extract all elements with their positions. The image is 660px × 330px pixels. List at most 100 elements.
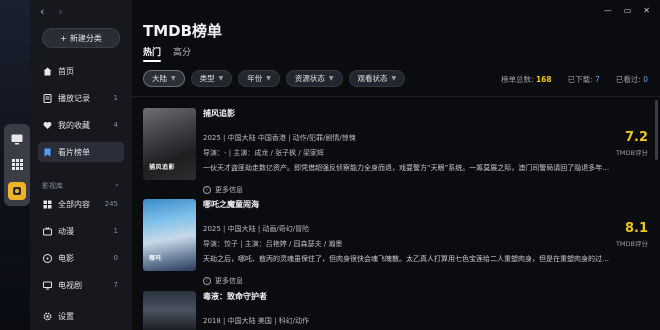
movie-poster[interactable]: [143, 291, 196, 330]
history-icon: [42, 93, 53, 104]
score-label: TMDB评分: [615, 240, 648, 248]
sidebar-item-label: 我的收藏: [58, 120, 90, 130]
sidebar-item-count: 0: [113, 254, 118, 262]
sidebar-item-label: 设置: [58, 311, 74, 321]
filter-genre[interactable]: 类型 ▼: [190, 70, 233, 87]
stat-watched: 已看过: 0: [616, 74, 648, 85]
minimize-icon[interactable]: —: [604, 6, 612, 15]
movie-meta: 2025 | 中国大陆 中国香港 | 动作/犯罪/剧情/惊悚: [203, 134, 356, 142]
back-arrow-icon[interactable]: ‹: [40, 5, 44, 18]
filter-label: 观看状态: [357, 74, 388, 83]
apps-grid-icon[interactable]: [8, 155, 26, 173]
movie-card[interactable]: 毒液：致命守护者 2018 | 中国大陆 美国 | 科幻/动作: [143, 291, 648, 330]
ranking-stats: 榜单总数: 168 已下载: 7 已看过: 0: [501, 74, 648, 85]
sidebar-item-label: 电影: [58, 253, 74, 263]
sidebar-item-label: 电视剧: [58, 280, 82, 290]
movie-cast: 导演：饺子 | 主演：吕艳婷 / 囧森瑟夫 / 瀚墨: [203, 240, 343, 248]
movie-title[interactable]: 毒液：致命守护者: [203, 291, 613, 302]
score-value: 8.1: [624, 221, 648, 236]
divider: [132, 96, 660, 97]
sidebar-item-history[interactable]: 播放记录 1: [38, 88, 124, 108]
sidebar-item-count: 7: [113, 281, 118, 289]
stat-value: 7: [595, 75, 600, 84]
close-icon[interactable]: ✕: [643, 6, 650, 15]
stat-total: 榜单总数: 168: [501, 74, 552, 85]
sidebar-item-count: 4: [113, 121, 118, 129]
movie-card[interactable]: 哪吒 哪吒之魔童闹海 2025 | 中国大陆 | 动画/奇幻/冒险 导演：饺子 …: [143, 199, 648, 285]
app-dock: [0, 0, 30, 330]
more-info-button[interactable]: i 更多信息: [203, 276, 613, 286]
filter-label: 类型: [199, 74, 215, 83]
sidebar-item-label: 看片榜单: [58, 147, 90, 157]
window-controls: — ▭ ✕: [604, 6, 650, 15]
sidebar-item-label: 动漫: [58, 226, 74, 236]
score-value: 7.2: [624, 130, 648, 145]
filter-resource-status[interactable]: 资源状态 ▼: [285, 70, 343, 87]
tab-popular[interactable]: 热门: [143, 45, 162, 62]
filter-label: 大陆: [152, 74, 167, 83]
main-scrollbar[interactable]: [655, 100, 658, 160]
stat-label: 榜单总数:: [501, 75, 534, 84]
filter-label: 资源状态: [294, 74, 325, 83]
sidebar-item-anime[interactable]: 动漫 1: [38, 221, 124, 241]
media-app-icon[interactable]: [8, 182, 26, 200]
sidebar-item-favorites[interactable]: 我的收藏 4: [38, 115, 124, 135]
maximize-icon[interactable]: ▭: [624, 6, 632, 15]
sidebar-item-all[interactable]: 全部内容 245: [38, 194, 124, 214]
movie-info: 捕风追影 2025 | 中国大陆 中国香港 | 动作/犯罪/剧情/惊悚 导演：-…: [203, 108, 613, 195]
sidebar-item-home[interactable]: 首页: [38, 61, 124, 81]
filter-year[interactable]: 年份 ▼: [238, 70, 280, 87]
poster-title-text: 哪吒: [149, 255, 163, 262]
sidebar-item-movies[interactable]: 电影 0: [38, 248, 124, 268]
chevron-down-icon: ▼: [266, 75, 271, 82]
forward-arrow-icon[interactable]: ›: [58, 5, 62, 18]
chevron-down-icon: ▼: [328, 75, 334, 82]
tab-top-rated[interactable]: 高分: [173, 45, 191, 62]
score-label: TMDB评分: [615, 149, 648, 157]
movie-cast: 导演：- | 主演：成龙 / 张子枫 / 梁家辉: [203, 149, 324, 157]
filter-label: 年份: [247, 74, 263, 83]
more-info-button[interactable]: i 更多信息: [203, 185, 613, 195]
sidebar-item-settings[interactable]: 设置: [38, 306, 124, 326]
chevron-down-icon[interactable]: ⌄: [114, 180, 120, 188]
info-icon: i: [203, 277, 211, 285]
plus-icon: +: [60, 33, 67, 43]
movie-info: 毒液：致命守护者 2018 | 中国大陆 美国 | 科幻/动作: [203, 291, 613, 326]
movie-meta: 2025 | 中国大陆 | 动画/奇幻/冒险: [203, 225, 310, 233]
ranking-tabs: 热门 高分: [143, 45, 191, 62]
sidebar-item-count: 245: [104, 200, 118, 208]
sidebar-item-rankings[interactable]: 看片榜单: [38, 142, 124, 162]
sidebar-item-count: 1: [113, 94, 118, 102]
sidebar: ‹ › + 新建分类 首页 播放记录 1 我的收藏 4 看片榜单 影视库 ⌄ 全…: [30, 0, 161, 330]
tv-icon: [42, 226, 53, 237]
stat-value: 0: [643, 75, 648, 84]
movie-meta: 2018 | 中国大陆 美国 | 科幻/动作: [203, 317, 310, 325]
new-category-button[interactable]: + 新建分类: [42, 28, 120, 48]
movie-title[interactable]: 捕风追影: [203, 108, 613, 119]
sidebar-item-tv[interactable]: 电视剧 7: [38, 275, 124, 295]
stat-label: 已看过:: [615, 75, 641, 84]
filter-bar: 大陆 ▼ 类型 ▼ 年份 ▼ 资源状态 ▼ 观看状态 ▼: [143, 70, 406, 87]
movie-description: 一伙天才盗匪劫走数亿资产。即凭借超强反侦察能力全身而退，戏耍警方“天眼”系统。一…: [203, 164, 613, 172]
stat-value: 168: [535, 75, 552, 84]
bookmark-icon: [42, 147, 53, 158]
filter-watch-status[interactable]: 观看状态 ▼: [348, 70, 406, 87]
library-section-label: 影视库: [42, 182, 63, 190]
movie-card[interactable]: 捕风追影 捕风追影 2025 | 中国大陆 中国香港 | 动作/犯罪/剧情/惊悚…: [143, 108, 648, 194]
more-info-label: 更多信息: [215, 277, 243, 285]
more-info-label: 更多信息: [215, 186, 243, 194]
sidebar-item-label: 全部内容: [58, 199, 90, 209]
monitor-icon[interactable]: [8, 130, 26, 148]
page-title: TMDB榜单: [143, 22, 223, 40]
filter-region[interactable]: 大陆 ▼: [143, 70, 185, 87]
movie-poster[interactable]: 哪吒: [143, 199, 196, 271]
movie-title[interactable]: 哪吒之魔童闹海: [203, 199, 613, 210]
sidebar-item-label: 播放记录: [58, 93, 90, 103]
chevron-down-icon: ▼: [391, 75, 397, 82]
sidebar-item-label: 首页: [58, 66, 74, 76]
sidebar-item-count: 1: [113, 227, 118, 235]
poster-title-text: 捕风追影: [149, 164, 176, 171]
history-nav: ‹ ›: [40, 5, 63, 18]
heart-icon: [42, 120, 53, 131]
movie-poster[interactable]: 捕风追影: [143, 108, 196, 180]
